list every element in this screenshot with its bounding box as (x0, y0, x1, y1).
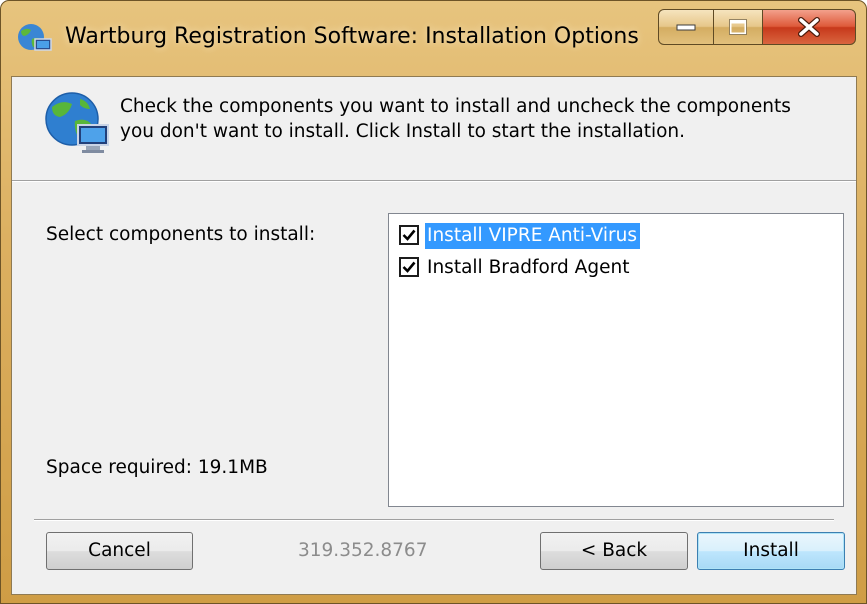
close-button[interactable] (762, 9, 856, 45)
select-components-label: Select components to install: (46, 224, 316, 245)
window-title: Wartburg Registration Software: Installa… (65, 24, 639, 49)
dialog-body: Check the components you want to install… (11, 76, 857, 595)
cancel-button[interactable]: Cancel (46, 532, 193, 570)
instructions-text: Check the components you want to install… (120, 96, 791, 142)
installer-window: Wartburg Registration Software: Installa… (0, 0, 867, 604)
caption-buttons (658, 9, 856, 47)
title-bar[interactable]: Wartburg Registration Software: Installa… (1, 1, 866, 79)
minimize-button[interactable] (658, 9, 714, 45)
checkbox-bradford[interactable] (399, 257, 419, 277)
close-icon (798, 17, 820, 37)
maximize-button[interactable] (713, 9, 763, 45)
header-panel: Check the components you want to install… (12, 77, 856, 181)
component-label: Install Bradford Agent (427, 257, 630, 278)
checkbox-vipre[interactable] (399, 225, 419, 245)
minimize-icon (676, 24, 696, 31)
maximize-icon (729, 19, 747, 35)
checkmark-icon (402, 229, 416, 241)
globe-network-icon (18, 24, 52, 51)
components-list[interactable]: Install VIPRE Anti-Virus Install Bradfor… (388, 213, 844, 507)
install-button[interactable]: Install (697, 532, 845, 570)
globe-computer-icon (45, 92, 109, 153)
space-required-text: Space required: 19.1MB (46, 457, 268, 478)
back-button[interactable]: < Back (540, 532, 688, 570)
component-label: Install VIPRE Anti-Virus (425, 223, 640, 249)
footer-divider (34, 519, 834, 521)
branding-text: 319.352.8767 (298, 540, 428, 561)
checkmark-icon (402, 261, 416, 273)
